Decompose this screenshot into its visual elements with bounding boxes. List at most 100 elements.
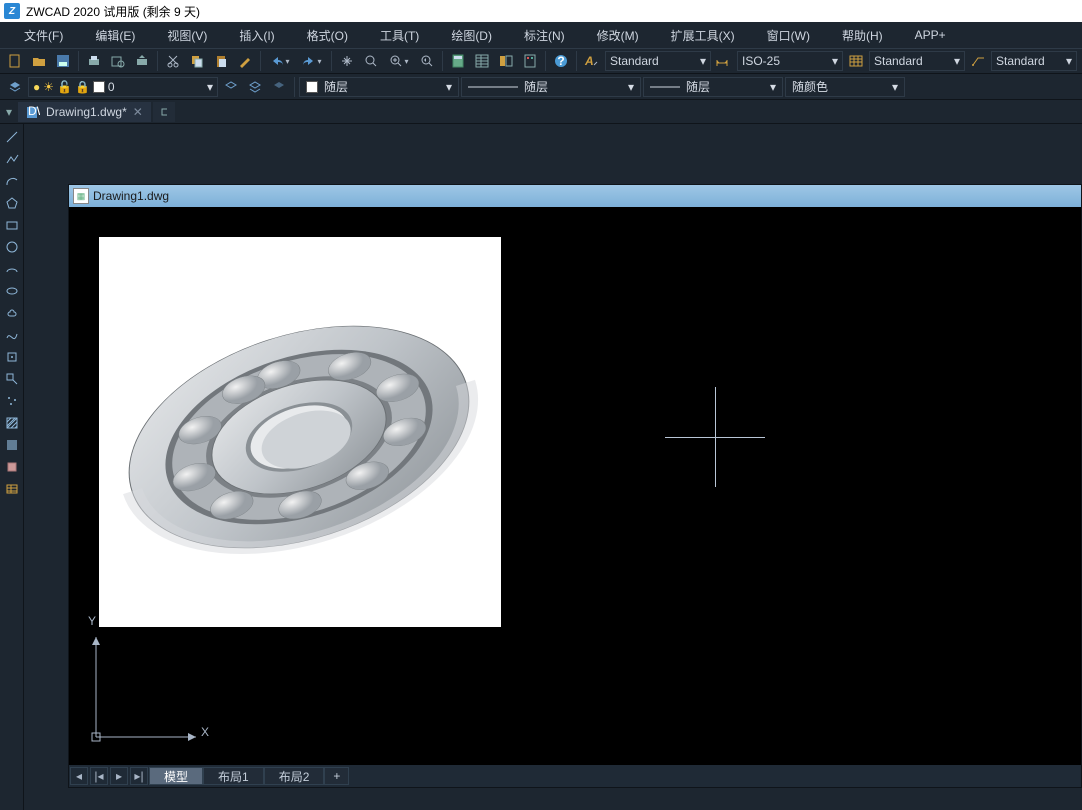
menu-file[interactable]: 文件(F) [8, 27, 79, 44]
open-icon[interactable] [28, 50, 50, 72]
table-style-icon[interactable] [845, 50, 867, 72]
title-bar: Z ZWCAD 2020 试用版 (剩余 9 天) [0, 0, 1082, 22]
zoom-window-icon[interactable]: ▾ [384, 50, 414, 72]
tab-first-icon[interactable]: ◂ [70, 767, 88, 785]
crosshair-cursor [665, 387, 765, 487]
help-icon[interactable]: ? [550, 50, 572, 72]
linetype-combo[interactable]: 随层 ▾ [461, 77, 641, 97]
menu-tools[interactable]: 工具(T) [364, 27, 435, 44]
document-titlebar[interactable]: ▦ Drawing1.dwg [69, 185, 1081, 207]
menu-format[interactable]: 格式(O) [291, 27, 364, 44]
dwg-icon: DWG [26, 105, 40, 119]
line-icon[interactable] [3, 128, 21, 146]
spline-icon[interactable] [3, 326, 21, 344]
lineweight-value: 随层 [686, 78, 710, 95]
dim-style-combo[interactable]: ISO-25▾ [737, 51, 843, 71]
new-icon[interactable] [4, 50, 26, 72]
match-prop-icon[interactable] [234, 50, 256, 72]
redo-icon[interactable]: ▾ [297, 50, 327, 72]
mleader-style-combo[interactable]: Standard▾ [991, 51, 1077, 71]
layout-tab-2[interactable]: 布局2 [264, 767, 325, 785]
hatch-icon[interactable] [3, 414, 21, 432]
menu-express[interactable]: 扩展工具(X) [655, 27, 751, 44]
layer-state-icon[interactable] [244, 76, 266, 98]
gradient-icon[interactable] [3, 436, 21, 454]
standard-toolbar: ▾ ▾ ▾ ? A Standard▾ ISO-25▾ Standard▾ St… [0, 48, 1082, 74]
print-icon[interactable] [83, 50, 105, 72]
rectangle-icon[interactable] [3, 216, 21, 234]
cut-icon[interactable] [162, 50, 184, 72]
text-style-combo[interactable]: Standard▾ [605, 51, 711, 71]
ellipse-icon[interactable] [3, 282, 21, 300]
menu-app[interactable]: APP+ [899, 28, 962, 42]
tab-next-icon[interactable]: ▸ [110, 767, 128, 785]
tab-prev-icon[interactable]: |◂ [90, 767, 108, 785]
block-icon[interactable] [3, 348, 21, 366]
document-tab[interactable]: DWG Drawing1.dwg* ✕ [18, 102, 151, 122]
layout-tab-add[interactable]: + [324, 767, 349, 785]
paste-icon[interactable] [210, 50, 232, 72]
color-combo[interactable]: 随层 ▾ [299, 77, 459, 97]
chevron-down-icon: ▾ [1066, 54, 1072, 68]
table-icon[interactable] [3, 480, 21, 498]
menu-modify[interactable]: 修改(M) [581, 27, 655, 44]
add-tab-button[interactable] [153, 102, 175, 122]
layout-tab-label: 模型 [164, 768, 188, 785]
svg-text:A: A [584, 54, 594, 68]
table-style-combo[interactable]: Standard▾ [869, 51, 965, 71]
line-sample-icon [468, 83, 518, 91]
layout-tab-label: 布局1 [218, 768, 249, 785]
tab-menu-icon[interactable]: ▾ [2, 105, 16, 119]
dim-style-icon[interactable] [713, 50, 735, 72]
menu-insert[interactable]: 插入(I) [223, 27, 290, 44]
close-icon[interactable]: ✕ [133, 105, 143, 119]
point-icon[interactable] [3, 392, 21, 410]
print-preview-icon[interactable] [107, 50, 129, 72]
drawing-canvas[interactable]: Y X [69, 207, 1081, 765]
undo-icon[interactable]: ▾ [265, 50, 295, 72]
save-icon[interactable] [52, 50, 74, 72]
copy-icon[interactable] [186, 50, 208, 72]
arc-icon[interactable] [3, 172, 21, 190]
tool-palette-icon[interactable] [519, 50, 541, 72]
layer-prev-icon[interactable] [220, 76, 242, 98]
text-style-icon[interactable]: A [581, 50, 603, 72]
insert-block-icon[interactable] [3, 370, 21, 388]
zoom-prev-icon[interactable] [416, 50, 438, 72]
circle-icon[interactable] [3, 238, 21, 256]
ellipse-arc-icon[interactable] [3, 260, 21, 278]
design-center-icon[interactable] [495, 50, 517, 72]
layout-tab-model[interactable]: 模型 [149, 767, 203, 785]
menu-window[interactable]: 窗口(W) [751, 27, 826, 44]
linetype-value: 随层 [524, 78, 548, 95]
tab-last-icon[interactable]: ▸| [130, 767, 148, 785]
menu-edit[interactable]: 编辑(E) [79, 27, 151, 44]
menu-help[interactable]: 帮助(H) [826, 27, 899, 44]
polygon-icon[interactable] [3, 194, 21, 212]
calc-icon[interactable] [447, 50, 469, 72]
properties-icon[interactable] [471, 50, 493, 72]
view-area: ▦ Drawing1.dwg [24, 124, 1082, 810]
zoom-realtime-icon[interactable] [360, 50, 382, 72]
chevron-down-icon: ▾ [832, 54, 838, 68]
menu-view[interactable]: 视图(V) [151, 27, 223, 44]
menu-dimension[interactable]: 标注(N) [508, 27, 581, 44]
layer-iso-icon[interactable] [268, 76, 290, 98]
revcloud-icon[interactable] [3, 304, 21, 322]
layer-combo[interactable]: ● ☀ 🔓 🔒 0 ▾ [28, 77, 218, 97]
lineweight-combo[interactable]: 随层 ▾ [643, 77, 783, 97]
pan-icon[interactable] [336, 50, 358, 72]
layer-manager-icon[interactable] [4, 76, 26, 98]
model-preview [99, 237, 501, 627]
publish-icon[interactable] [131, 50, 153, 72]
layout-tab-1[interactable]: 布局1 [203, 767, 264, 785]
polyline-icon[interactable] [3, 150, 21, 168]
document-tab-label: Drawing1.dwg* [46, 105, 127, 119]
region-icon[interactable] [3, 458, 21, 476]
sun-icon: ☀ [43, 80, 54, 94]
plotstyle-combo[interactable]: 随颜色 ▾ [785, 77, 905, 97]
plus-icon [161, 106, 167, 118]
chevron-down-icon: ▾ [954, 54, 960, 68]
menu-draw[interactable]: 绘图(D) [435, 27, 508, 44]
mleader-style-icon[interactable] [967, 50, 989, 72]
